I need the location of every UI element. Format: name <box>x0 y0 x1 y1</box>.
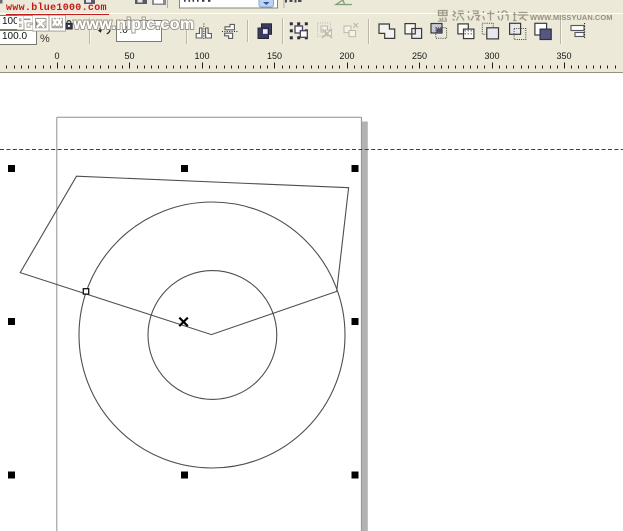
svg-text:WWW.MISSYUAN.COM: WWW.MISSYUAN.COM <box>530 13 612 22</box>
svg-text:www.nipic.com: www.nipic.com <box>73 16 195 33</box>
